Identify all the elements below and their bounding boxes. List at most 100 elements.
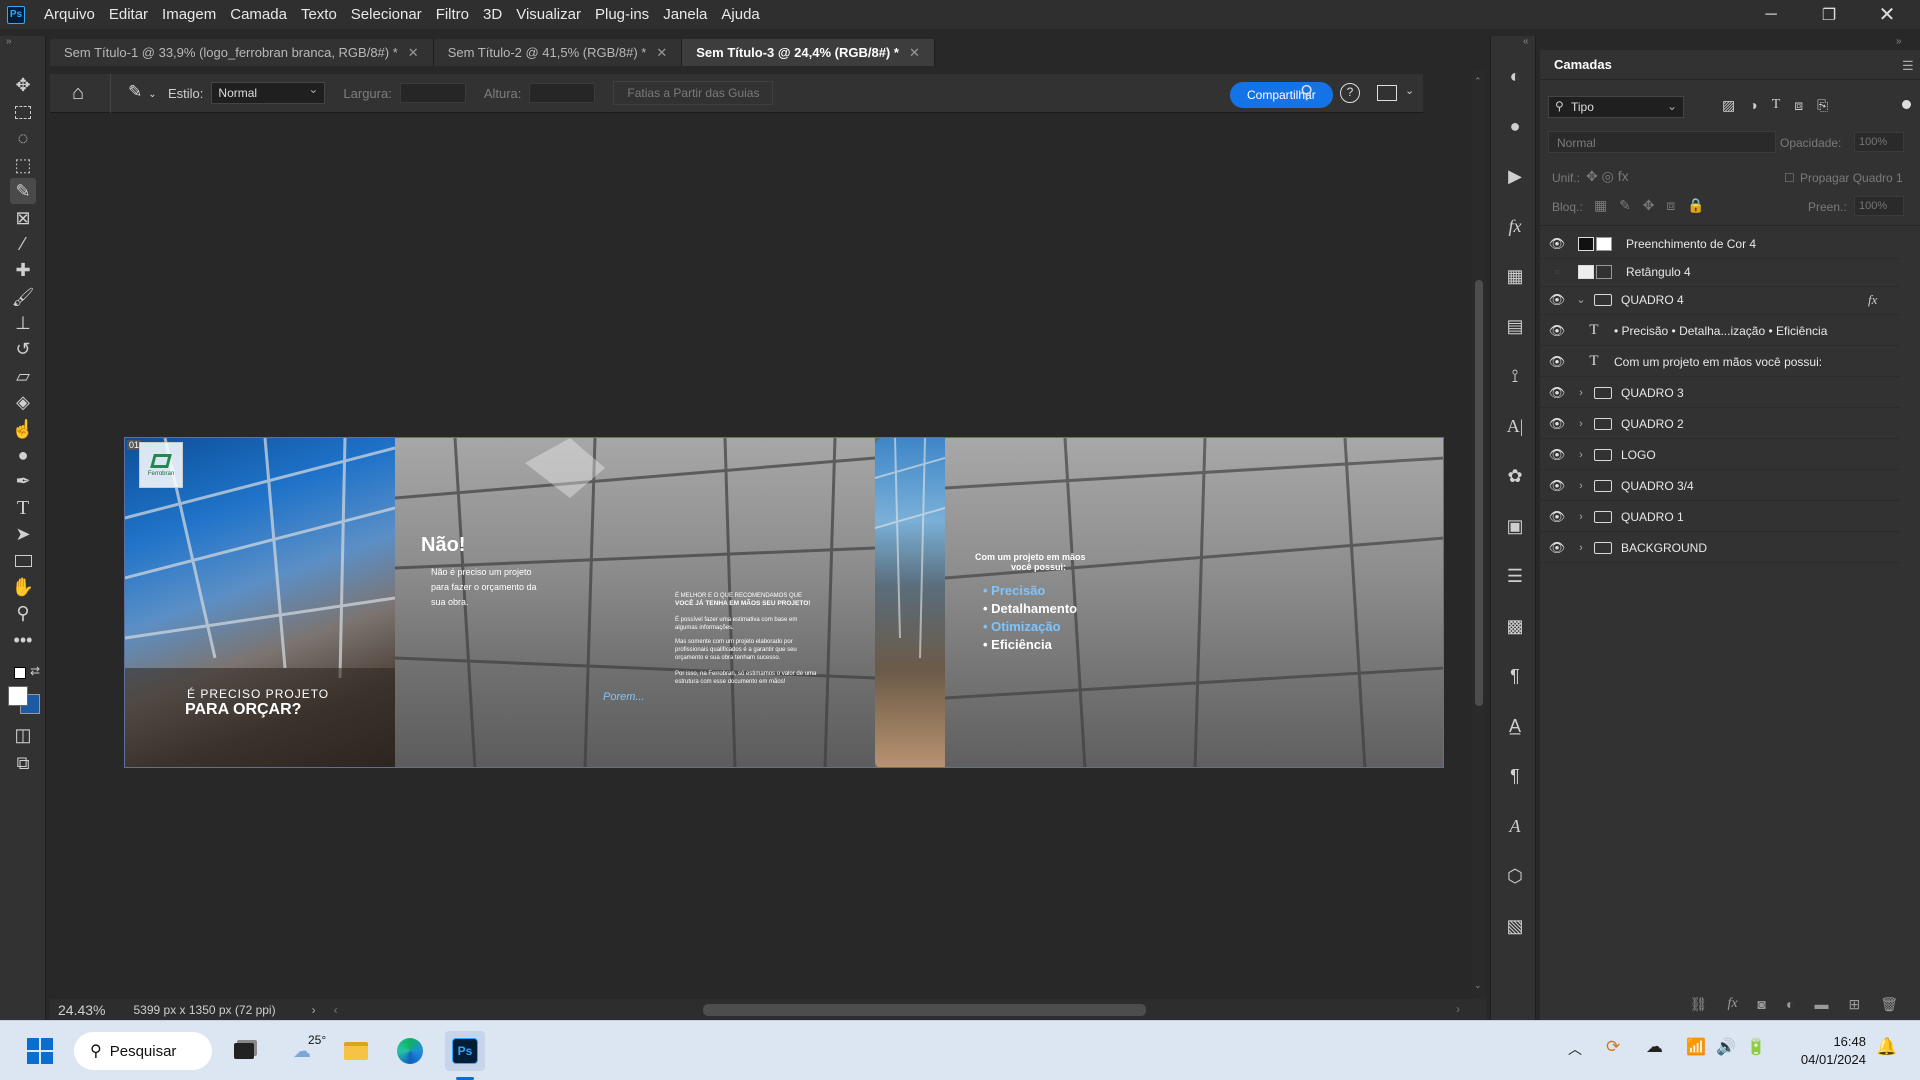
slice-tool-icon[interactable]: ✎ — [10, 178, 36, 204]
layer-quadro-3-4[interactable]: 👁 › QUADRO 3/4 — [1540, 471, 1900, 501]
share-button[interactable]: Compartilhar — [1230, 82, 1333, 108]
shape-filter-icon[interactable]: ⧈ — [1794, 97, 1803, 114]
chevron-right-icon[interactable]: › — [1574, 449, 1588, 461]
scroll-down-icon[interactable]: ⌄ — [1474, 980, 1482, 991]
visibility-eye-icon[interactable]: 👁 — [1540, 292, 1574, 308]
menu-camada[interactable]: Camada — [223, 6, 294, 23]
3d-cube-icon[interactable]: ⬡ — [1501, 862, 1529, 890]
paragraph-icon[interactable]: ¶ — [1501, 662, 1529, 690]
status-expand-icon[interactable]: › — [312, 1003, 316, 1017]
new-layer-icon[interactable]: ⊞ — [1848, 996, 1860, 1013]
eyedropper-tool-icon[interactable]: ⁄ — [10, 231, 36, 257]
tab-sem-titulo-1[interactable]: Sem Título-1 @ 33,9% (logo_ferrobran bra… — [50, 39, 434, 66]
help-icon[interactable]: ? — [1340, 83, 1360, 103]
lasso-tool-icon[interactable]: ◌ — [10, 125, 36, 151]
slice-tool-preset-icon[interactable]: ✎ ⌄ — [128, 82, 157, 102]
screen-mode-icon[interactable]: ⧉ — [10, 750, 36, 776]
scroll-left-icon[interactable]: ‹ — [334, 1003, 338, 1017]
foreground-color-swatch[interactable] — [8, 686, 28, 706]
swatches-panel-icon[interactable]: ● — [1501, 112, 1529, 140]
propagate-checkbox[interactable]: ☐ — [1784, 171, 1795, 185]
tab-sem-titulo-2[interactable]: Sem Título-2 @ 41,5% (RGB/8#) * ✕ — [433, 39, 683, 66]
new-group-icon[interactable]: ▬ — [1814, 996, 1828, 1012]
character-styles-icon[interactable]: A̲ — [1501, 712, 1529, 740]
menu-imagem[interactable]: Imagem — [155, 6, 223, 23]
add-style-fx-icon[interactable]: fx — [1727, 996, 1737, 1012]
timeline-icon[interactable]: ☰ — [1501, 562, 1529, 590]
delete-layer-icon[interactable]: 🗑 — [1880, 996, 1898, 1013]
frame-tool-icon[interactable]: ⊠ — [10, 205, 36, 231]
glyphs-icon[interactable]: A — [1501, 812, 1529, 840]
scroll-right-icon[interactable]: › — [1456, 1002, 1460, 1016]
visibility-eye-icon[interactable]: 👁 — [1540, 323, 1574, 339]
document-canvas[interactable]: 01 Ferrobran É PRECISO PROJETO PARA ORÇA… — [124, 437, 1444, 768]
weather-widget-icon[interactable]: ☁ 25° — [282, 1031, 326, 1071]
pen-tool-icon[interactable]: ✒ — [10, 468, 36, 494]
grid-icon[interactable]: ▤ — [1501, 312, 1529, 340]
chevron-right-icon[interactable]: › — [1574, 480, 1588, 492]
collapse-icon[interactable]: » — [6, 36, 12, 47]
onedrive-off-icon[interactable]: ☁ — [1646, 1037, 1663, 1057]
character-panel-icon[interactable]: A| — [1501, 412, 1529, 440]
layer-quadro-1[interactable]: 👁 › QUADRO 1 — [1540, 502, 1900, 532]
menu-3d[interactable]: 3D — [476, 6, 509, 23]
clone-source-icon[interactable]: ▧ — [1501, 912, 1529, 940]
task-view-icon[interactable] — [224, 1031, 264, 1071]
system-clock[interactable]: 16:48 04/01/2024 — [1801, 1033, 1866, 1069]
menu-filtro[interactable]: Filtro — [429, 6, 476, 23]
clone-stamp-tool-icon[interactable]: ⊥ — [10, 310, 36, 336]
layer-quadro-2[interactable]: 👁 › QUADRO 2 — [1540, 409, 1900, 439]
close-tab-icon[interactable]: ✕ — [656, 45, 667, 61]
more-tools-icon[interactable]: ••• — [10, 627, 36, 653]
table-icon[interactable]: ▦ — [1501, 262, 1529, 290]
hand-tool-icon[interactable]: ✋ — [10, 574, 36, 600]
close-tab-icon[interactable]: ✕ — [408, 45, 419, 61]
library-icon[interactable]: ▩ — [1501, 612, 1529, 640]
search-icon[interactable]: ⚲ — [1300, 82, 1313, 103]
quick-mask-icon[interactable]: ◫ — [10, 722, 36, 748]
default-colors-icon[interactable] — [14, 667, 26, 679]
visibility-eye-icon[interactable]: 👁 — [1540, 509, 1574, 525]
slices-from-guides-button[interactable]: Fatias a Partir das Guias — [613, 81, 774, 105]
chevron-right-icon[interactable]: › — [1574, 387, 1588, 399]
unify-icons[interactable]: ✥ ◎ fx — [1586, 168, 1629, 185]
brush-tool-icon[interactable]: 🖌 — [10, 284, 36, 310]
fill-input[interactable]: 100% — [1854, 196, 1904, 216]
type-tool-icon[interactable]: T — [10, 495, 36, 521]
close-tab-icon[interactable]: ✕ — [909, 45, 920, 61]
layers-title[interactable]: Camadas — [1554, 57, 1612, 72]
filter-toggle[interactable] — [1902, 100, 1911, 109]
tab-sem-titulo-3[interactable]: Sem Título-3 @ 24,4% (RGB/8#) * ✕ — [682, 39, 935, 66]
layer-logo[interactable]: 👁 › LOGO — [1540, 440, 1900, 470]
close-window-button[interactable]: ✕ — [1858, 0, 1916, 29]
chevron-right-icon[interactable]: › — [1574, 542, 1588, 554]
adjustment-layer-icon[interactable]: ◐ — [1786, 996, 1794, 1012]
history-brush-tool-icon[interactable]: ↺ — [10, 336, 36, 362]
visibility-eye-icon[interactable]: 👁 — [1540, 478, 1574, 494]
layer-preenchimento-cor-4[interactable]: 👁 Preenchimento de Cor 4 — [1540, 229, 1900, 259]
zoom-tool-icon[interactable]: ⚲ — [10, 600, 36, 626]
layer-filter-select[interactable]: ⚲ Tipo ⌄ — [1548, 96, 1684, 118]
zoom-level[interactable]: 24.43% — [58, 1002, 105, 1018]
layer-quadro-3[interactable]: 👁 › QUADRO 3 — [1540, 378, 1900, 408]
smart-object-filter-icon[interactable]: ⎘ — [1817, 97, 1828, 114]
healing-brush-tool-icon[interactable]: ✚ — [10, 257, 36, 283]
notification-bell-icon[interactable]: 🔔 — [1876, 1037, 1897, 1057]
smudge-tool-icon[interactable]: ☝ — [10, 416, 36, 442]
path-selection-tool-icon[interactable]: ➤ — [10, 521, 36, 547]
chevron-down-icon[interactable]: ⌄ — [1405, 84, 1414, 97]
styles-fx-icon[interactable]: fx — [1501, 212, 1529, 240]
marquee-tool-icon[interactable] — [10, 99, 36, 125]
visibility-eye-icon[interactable]: 👁 — [1540, 385, 1574, 401]
windows-start-icon[interactable] — [20, 1031, 60, 1071]
layer-quadro-4[interactable]: 👁 ⌄ QUADRO 4 fx — [1540, 285, 1900, 315]
paragraph-styles-icon[interactable]: ¶ — [1501, 762, 1529, 790]
color-panel-icon[interactable]: ◐ — [1501, 62, 1529, 90]
dodge-tool-icon[interactable]: ● — [10, 442, 36, 468]
swap-colors-icon[interactable]: ⇄ — [30, 664, 40, 678]
menu-plugins[interactable]: Plug-ins — [588, 6, 656, 23]
eraser-tool-icon[interactable]: ▱ — [10, 363, 36, 389]
rectangle-tool-icon[interactable] — [10, 548, 36, 574]
height-input[interactable] — [529, 83, 596, 103]
quick-selection-tool-icon[interactable]: ⬚ — [10, 152, 36, 178]
